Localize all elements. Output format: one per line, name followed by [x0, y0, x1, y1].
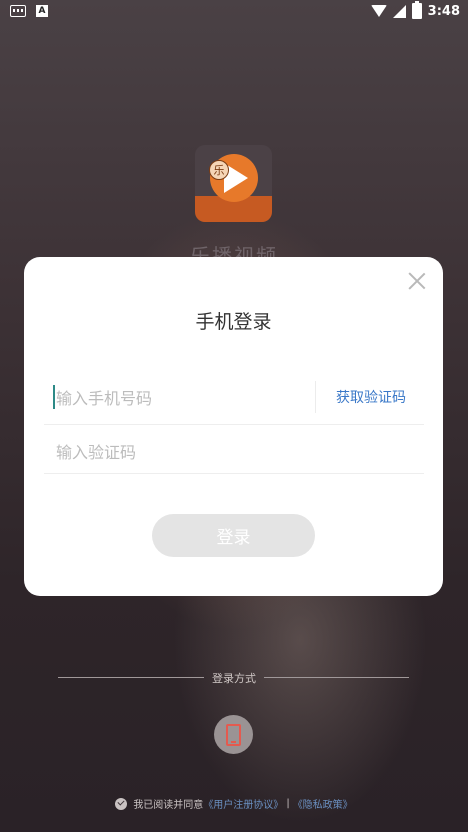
agreement-prefix: 我已阅读并同意: [133, 800, 204, 811]
phone-login-button[interactable]: [214, 715, 253, 754]
status-time: 3:48: [427, 3, 460, 19]
verification-code-input[interactable]: [54, 436, 308, 468]
wifi-icon: [370, 5, 387, 17]
status-bar: A 3:48: [0, 0, 468, 24]
phone-input[interactable]: [54, 382, 308, 414]
agreement-separator: |: [286, 798, 290, 809]
logo-char: 乐: [209, 160, 229, 180]
login-methods-label: 登录方式: [212, 672, 256, 685]
check-icon[interactable]: [115, 797, 128, 810]
get-code-button[interactable]: 获取验证码: [336, 387, 406, 407]
dialog-title: 手机登录: [195, 311, 272, 333]
text-caret: [53, 385, 55, 409]
phone-row: 获取验证码: [44, 371, 424, 425]
a-icon: A: [36, 5, 48, 17]
login-dialog: 手机登录 获取验证码 登录: [24, 257, 443, 596]
phone-icon: [226, 723, 241, 746]
signal-icon: [392, 4, 406, 18]
divider: [315, 381, 316, 413]
app-logo: 乐: [195, 145, 272, 222]
privacy-policy-link[interactable]: 《隐私政策》: [293, 796, 353, 811]
agreement-row: 我已阅读并同意 《用户注册协议》 | 《隐私政策》: [0, 796, 468, 811]
divider-right: [264, 677, 409, 678]
keyboard-icon: [10, 5, 26, 17]
close-icon[interactable]: [407, 271, 427, 291]
battery-icon: [411, 1, 422, 19]
login-button[interactable]: 登录: [152, 514, 315, 557]
code-row: [44, 425, 424, 474]
user-agreement-link[interactable]: 《用户注册协议》: [203, 796, 283, 811]
